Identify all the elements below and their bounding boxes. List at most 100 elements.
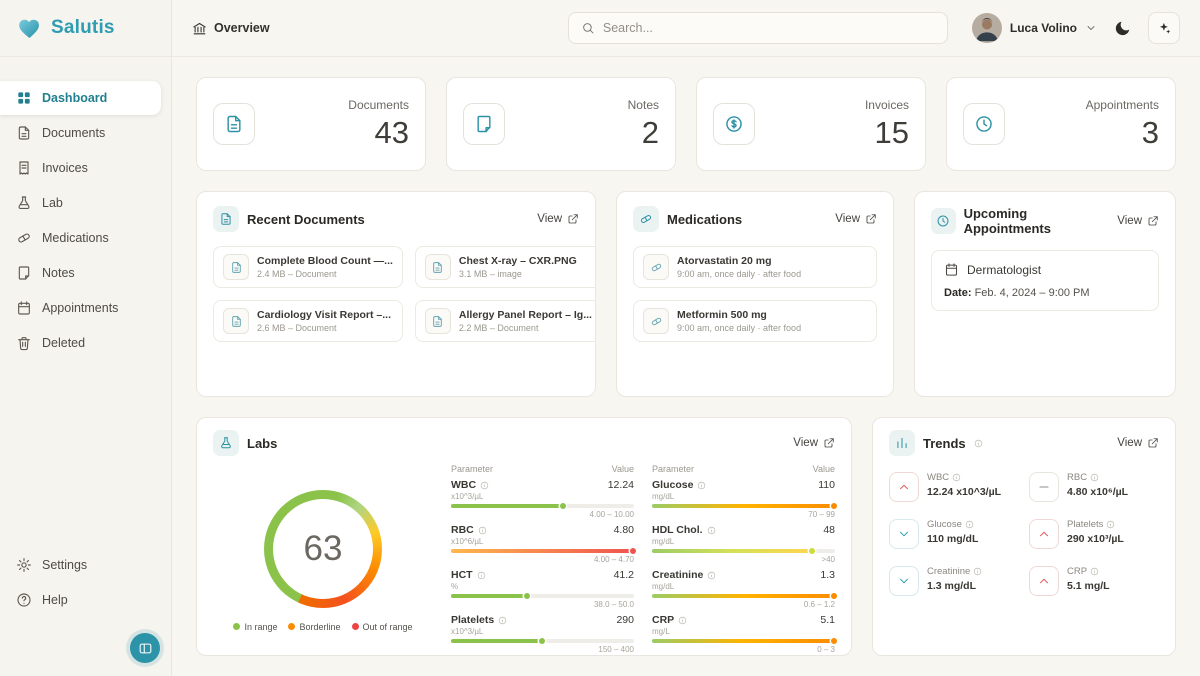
document-item[interactable]: Allergy Panel Report – Ig... 2.2 MB – Do… xyxy=(415,300,596,342)
lab-row: WBC 12.24 x10^3/µL 4.00 – 10.00 xyxy=(451,479,634,519)
info-icon[interactable] xyxy=(477,571,486,580)
brand: Salutis xyxy=(0,0,171,57)
trend-direction-box xyxy=(889,566,919,596)
lab-range-bar xyxy=(652,549,835,553)
sidebar-toggle-button[interactable] xyxy=(130,633,160,663)
sidebar-item[interactable]: Lab xyxy=(0,186,161,220)
file-icon xyxy=(230,315,243,328)
trend-text: Glucose 110 mg/dL xyxy=(927,519,978,545)
lab-row-top: Platelets 290 xyxy=(451,614,634,626)
stats-row: Documents 43 Notes 2 xyxy=(196,77,1176,171)
trend-name: Creatinine xyxy=(927,566,970,577)
lab-unit: mg/dL xyxy=(652,582,835,591)
stat-icon-box xyxy=(463,103,505,145)
sidebar-item[interactable]: Help xyxy=(0,583,161,617)
sidebar-item-icon xyxy=(16,592,32,608)
assistant-button[interactable] xyxy=(1148,12,1180,44)
info-icon[interactable] xyxy=(1106,520,1115,529)
medication-item[interactable]: Atorvastatin 20 mg 9:00 am, once daily ·… xyxy=(633,246,877,288)
sidebar-item[interactable]: Settings xyxy=(0,548,161,582)
card-title: Trends xyxy=(923,436,966,451)
pill-icon xyxy=(639,212,653,226)
trend-direction-box xyxy=(1029,472,1059,502)
info-icon[interactable] xyxy=(974,439,983,448)
card-icon-chip xyxy=(213,430,239,456)
pill-icon xyxy=(650,315,663,328)
trend-value: 1.3 mg/dL xyxy=(927,580,982,592)
card-icon-chip xyxy=(213,206,239,232)
info-icon[interactable] xyxy=(678,616,687,625)
overview-icon xyxy=(192,21,207,36)
lab-row: RBC 4.80 x10^6/µL 4.00 – 4.70 xyxy=(451,524,634,564)
topbar-actions: Luca Volino xyxy=(972,12,1180,44)
sidebar-item[interactable]: Notes xyxy=(0,256,161,290)
info-icon[interactable] xyxy=(707,526,716,535)
breadcrumb[interactable]: Overview xyxy=(192,21,270,36)
trend-arrow-icon xyxy=(1037,574,1051,588)
parameter-header: Parameter xyxy=(652,464,694,474)
lab-unit: x10^3/µL xyxy=(451,627,634,636)
view-label: View xyxy=(1117,215,1142,227)
sidebar-item[interactable]: Documents xyxy=(0,116,161,150)
lab-range-bar xyxy=(451,594,634,598)
lab-range-fill xyxy=(451,594,528,598)
user-avatar[interactable] xyxy=(972,13,1002,43)
info-icon[interactable] xyxy=(697,481,706,490)
sidebar-item[interactable]: Medications xyxy=(0,221,161,255)
sidebar-item[interactable]: Invoices xyxy=(0,151,161,185)
info-icon[interactable] xyxy=(965,520,974,529)
info-icon[interactable] xyxy=(498,616,507,625)
info-icon[interactable] xyxy=(1090,473,1099,482)
document-item[interactable]: Chest X-ray – CXR.PNG 3.1 MB – image xyxy=(415,246,596,288)
trend-name: Platelets xyxy=(1067,519,1103,530)
appointment-item[interactable]: Dermatologist Date: Feb. 4, 2024 – 9:00 … xyxy=(931,250,1159,311)
medication-item[interactable]: Metformin 500 mg 9:00 am, once daily · a… xyxy=(633,300,877,342)
document-icon-box xyxy=(425,308,451,334)
sidebar-item-icon xyxy=(16,230,32,246)
lab-reference-range: 150 – 400 xyxy=(451,645,634,654)
search-input[interactable] xyxy=(603,21,935,35)
middle-row: Recent Documents View Complete Blood Cou… xyxy=(196,191,1176,397)
view-appointments-link[interactable]: View xyxy=(1117,215,1159,227)
trend-arrow-icon xyxy=(1037,527,1051,541)
lab-parameter-name: Platelets xyxy=(451,614,494,626)
stat-icon-box xyxy=(213,103,255,145)
info-icon[interactable] xyxy=(480,481,489,490)
legend-dot xyxy=(288,623,295,630)
lab-parameter-value: 41.2 xyxy=(614,569,634,581)
document-item[interactable]: Cardiology Visit Report –... 2.6 MB – Do… xyxy=(213,300,403,342)
sidebar-item[interactable]: Appointments xyxy=(0,291,161,325)
search-box[interactable] xyxy=(568,12,948,44)
info-icon[interactable] xyxy=(973,567,982,576)
labs-score-gauge: 63 xyxy=(264,490,382,608)
legend-item: Borderline xyxy=(288,622,340,632)
trend-direction-box xyxy=(1029,566,1059,596)
legend-dot xyxy=(352,623,359,630)
view-labs-link[interactable]: View xyxy=(793,437,835,449)
trend-arrow-icon xyxy=(897,480,911,494)
external-link-icon xyxy=(1147,437,1159,449)
stat-value: 3 xyxy=(1142,116,1159,150)
info-icon[interactable] xyxy=(707,571,716,580)
trend-name: CRP xyxy=(1067,566,1087,577)
view-medications-link[interactable]: View xyxy=(835,213,877,225)
info-icon[interactable] xyxy=(952,473,961,482)
document-meta: 2.4 MB – Document xyxy=(257,269,393,279)
lab-row: Creatinine 1.3 mg/dL 0.6 – 1.2 xyxy=(652,569,835,609)
stat-card: Documents 43 xyxy=(196,77,426,171)
dark-mode-toggle-icon[interactable] xyxy=(1113,19,1132,38)
sidebar-item[interactable]: Deleted xyxy=(0,326,161,360)
info-icon[interactable] xyxy=(478,526,487,535)
view-trends-link[interactable]: View xyxy=(1117,437,1159,449)
user-menu[interactable]: Luca Volino xyxy=(972,13,1097,43)
medication-text: Atorvastatin 20 mg 9:00 am, once daily ·… xyxy=(677,255,867,279)
sidebar-item[interactable]: Dashboard xyxy=(0,81,161,115)
trend-name: RBC xyxy=(1067,472,1087,483)
view-documents-link[interactable]: View xyxy=(537,213,579,225)
trends-grid: WBC 12.24 x10^3/µL xyxy=(889,472,1159,596)
document-item[interactable]: Complete Blood Count —... 2.4 MB – Docum… xyxy=(213,246,403,288)
stat-icon xyxy=(474,114,494,134)
sidebar-item-icon xyxy=(16,90,32,106)
legend-dot xyxy=(233,623,240,630)
info-icon[interactable] xyxy=(1090,567,1099,576)
